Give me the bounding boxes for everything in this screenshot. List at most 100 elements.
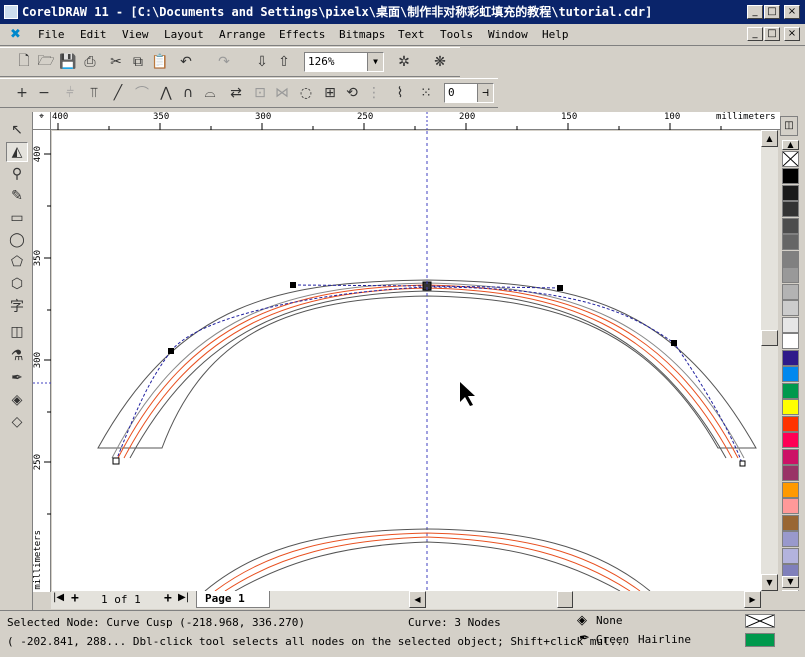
palette-swatch[interactable] — [782, 217, 799, 234]
rotate-nodes-icon[interactable]: ⟲ — [342, 83, 362, 103]
ellipse-tool-icon[interactable]: ◯ — [6, 230, 28, 250]
outline-swatch[interactable] — [745, 633, 775, 647]
palette-swatch[interactable] — [782, 465, 799, 481]
minimize-button[interactable]: _ — [747, 5, 763, 19]
basic-shapes-tool-icon[interactable]: ⬡ — [6, 274, 28, 294]
interactive-fill-tool-icon[interactable]: ◇ — [6, 412, 28, 432]
make-smooth-icon[interactable]: ∩ — [178, 83, 198, 103]
menu-effects[interactable]: Effects — [279, 28, 325, 41]
stretch-nodes-icon[interactable]: ⊞ — [320, 83, 340, 103]
fill-swatch[interactable] — [745, 614, 775, 628]
palette-swatch[interactable] — [782, 366, 799, 382]
doc-close-button[interactable]: × — [784, 27, 800, 41]
export-icon[interactable]: ⇧ — [274, 52, 294, 72]
horizontal-ruler[interactable]: 400 350 300 250 200 150 100 millimeters — [51, 112, 780, 130]
first-page-icon[interactable]: |◀ — [53, 592, 64, 603]
select-all-nodes-icon[interactable]: ⁙ — [416, 83, 436, 103]
menu-bitmaps[interactable]: Bitmaps — [339, 28, 385, 41]
menu-text[interactable]: Text — [398, 28, 425, 41]
close-button[interactable]: × — [784, 5, 800, 19]
drawing-canvas[interactable] — [52, 131, 761, 591]
eyedropper-tool-icon[interactable]: ⚗ — [6, 346, 28, 366]
rectangle-tool-icon[interactable]: ▭ — [6, 208, 28, 228]
palette-swatch[interactable] — [782, 283, 799, 300]
open-icon[interactable]: 🗁 — [36, 52, 56, 72]
palette-swatch[interactable] — [782, 349, 799, 366]
menu-file[interactable]: File — [38, 28, 65, 41]
cut-icon[interactable]: ✂ — [106, 52, 126, 72]
join-nodes-icon[interactable]: ⫩ — [60, 83, 80, 103]
palette-swatch[interactable] — [782, 234, 799, 250]
paste-icon[interactable]: 📋 — [150, 52, 170, 72]
doc-restore-button[interactable]: □ — [764, 27, 780, 41]
maximize-button[interactable]: □ — [764, 5, 780, 19]
menu-layout[interactable]: Layout — [164, 28, 204, 41]
menu-arrange[interactable]: Arrange — [219, 28, 265, 41]
to-line-icon[interactable]: ╱ — [108, 83, 128, 103]
copy-icon[interactable]: ⧉ — [128, 52, 148, 72]
corel-online-icon[interactable]: ❋ — [430, 52, 450, 72]
print-icon[interactable]: ⎙ — [80, 52, 100, 72]
ruler-origin-corner[interactable]: ⌖ — [33, 112, 51, 130]
vertical-scroll-thumb[interactable] — [761, 330, 778, 346]
to-curve-icon[interactable]: ⌒ — [132, 83, 152, 103]
slider-icon[interactable]: ⊣ — [477, 84, 493, 102]
palette-swatch[interactable] — [782, 481, 799, 498]
palette-swatch[interactable] — [782, 184, 799, 201]
menu-edit[interactable]: Edit — [80, 28, 107, 41]
text-tool-icon[interactable]: 字 — [6, 296, 28, 316]
polygon-tool-icon[interactable]: ⬠ — [6, 252, 28, 272]
menu-help[interactable]: Help — [542, 28, 569, 41]
import-icon[interactable]: ⇩ — [252, 52, 272, 72]
palette-swatch[interactable] — [782, 382, 799, 399]
no-color-swatch[interactable] — [782, 151, 799, 167]
document-icon[interactable]: ✖ — [10, 27, 24, 42]
palette-swatch[interactable] — [782, 300, 799, 316]
freehand-tool-icon[interactable]: ✎ — [6, 186, 28, 206]
scroll-right-icon[interactable]: ▶ — [744, 591, 761, 608]
palette-swatch[interactable] — [782, 399, 799, 415]
palette-scroll-down-icon[interactable]: ▼ — [782, 576, 799, 588]
scroll-down-icon[interactable]: ▼ — [761, 574, 778, 591]
palette-swatch[interactable] — [782, 333, 799, 349]
make-symmetrical-icon[interactable]: ⌓ — [200, 83, 220, 103]
zoom-level-select[interactable]: 126% ▼ — [304, 52, 384, 72]
rainbow-arc-drawing[interactable] — [52, 131, 761, 591]
palette-swatch[interactable] — [782, 250, 799, 267]
elastic-mode-icon[interactable]: ⌇ — [390, 83, 410, 103]
zoom-tool-icon[interactable]: ⚲ — [6, 164, 28, 184]
outline-tool-icon[interactable]: ✒ — [6, 368, 28, 388]
save-icon[interactable]: 💾 — [58, 52, 78, 72]
last-page-icon[interactable]: ▶| — [178, 592, 189, 603]
auto-close-icon[interactable]: ◌ — [296, 83, 316, 103]
palette-scroll-up-icon[interactable]: ▲ — [782, 140, 799, 150]
palette-swatch[interactable] — [782, 432, 799, 448]
palette-swatch[interactable] — [782, 531, 799, 547]
vertical-scrollbar[interactable]: ▲ ▼ — [761, 130, 778, 591]
horizontal-scroll-thumb[interactable] — [557, 591, 573, 608]
new-icon[interactable]: 🗋 — [14, 52, 34, 72]
corner-navigator[interactable] — [780, 591, 805, 610]
palette-swatch[interactable] — [782, 448, 799, 465]
make-cusp-icon[interactable]: ⋀ — [156, 83, 176, 103]
shape-tool-icon[interactable]: ◭ — [6, 142, 28, 162]
palette-swatch[interactable] — [782, 547, 799, 564]
palette-flyout-icon[interactable]: ◫ — [780, 116, 798, 136]
add-page-before-icon[interactable]: + — [71, 591, 79, 606]
menu-view[interactable]: View — [122, 28, 149, 41]
coreldraw-app-icon[interactable] — [4, 5, 18, 19]
undo-icon[interactable]: ↶ — [176, 52, 196, 72]
scroll-up-icon[interactable]: ▲ — [761, 130, 778, 147]
palette-swatch[interactable] — [782, 267, 799, 283]
palette-swatch[interactable] — [782, 415, 799, 432]
interactive-blend-tool-icon[interactable]: ◫ — [6, 322, 28, 342]
application-launcher-icon[interactable]: ✲ — [394, 52, 414, 72]
palette-swatch[interactable] — [782, 201, 799, 217]
reverse-curve-icon[interactable]: ⇄ — [226, 83, 246, 103]
add-page-after-icon[interactable]: + — [164, 591, 172, 606]
extract-subpath-icon[interactable]: ⋈ — [272, 83, 292, 103]
page-tab[interactable]: Page 1 — [196, 591, 270, 608]
redo-icon[interactable]: ↷ — [214, 52, 234, 72]
palette-swatch[interactable] — [782, 316, 799, 333]
extend-curve-icon[interactable]: ⊡ — [250, 83, 270, 103]
